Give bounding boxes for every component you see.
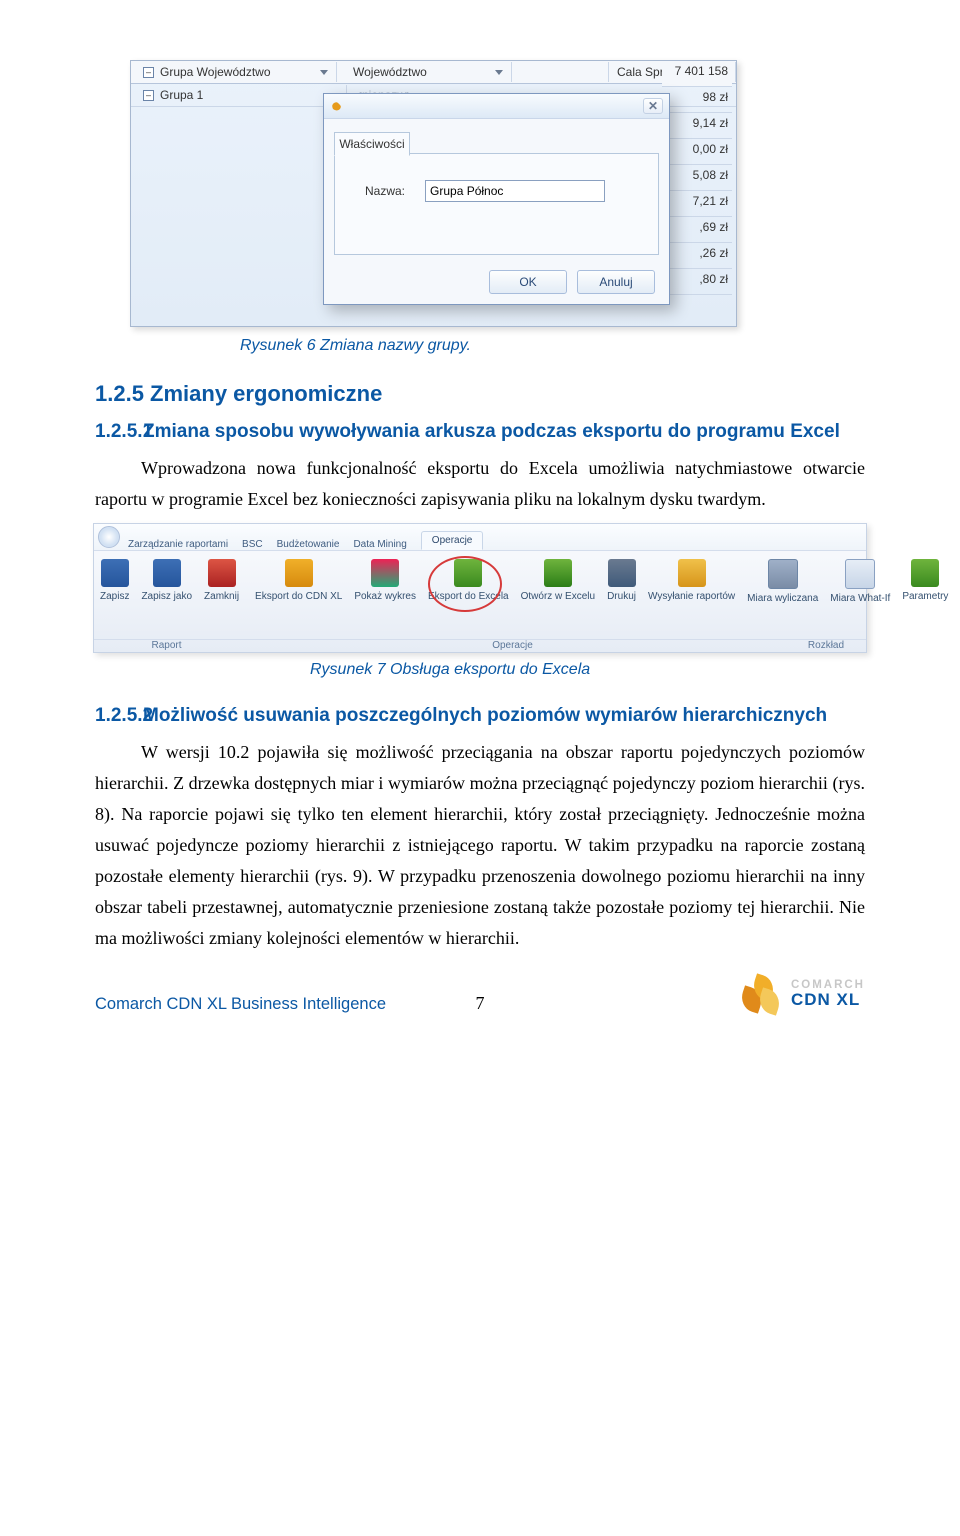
app-icon: [330, 99, 344, 113]
tab-properties[interactable]: Właściwości: [334, 132, 410, 156]
grid-header-group[interactable]: – Grupa Województwo: [135, 62, 337, 82]
chevron-down-icon[interactable]: [320, 70, 328, 75]
highlight-circle-icon: [428, 556, 502, 612]
grid-header-group-label: Grupa Województwo: [160, 65, 271, 79]
ribbon-btn-export-cdn[interactable]: Eksport do CDN XL: [249, 551, 348, 639]
name-input[interactable]: [425, 180, 605, 202]
figure-6-caption: Rysunek 6 Zmiana nazwy grupy.: [240, 337, 865, 355]
page-footer: Comarch CDN XL Business Intelligence 7 C…: [95, 972, 865, 1014]
collapse-icon[interactable]: –: [143, 90, 154, 101]
ribbon-tabs: Zarządzanie raportami BSC Budżetowanie D…: [94, 524, 866, 551]
ok-button[interactable]: OK: [489, 270, 567, 294]
grid-number-cell: 5,08 zł: [662, 165, 732, 191]
ribbon-btn-save[interactable]: Zapisz: [94, 551, 135, 639]
ribbon-btn-calc-measure[interactable]: Miara wyliczana: [741, 551, 824, 639]
grid-number-cell: 98 zł: [662, 87, 732, 113]
grid-number-cell: 0,00 zł: [662, 139, 732, 165]
grid-number-cell: ,80 zł: [662, 269, 732, 295]
ribbon-btn-open-excel[interactable]: Otwórz w Excelu: [515, 551, 601, 639]
name-label: Nazwa:: [365, 184, 405, 198]
ribbon-btn-params[interactable]: Parametry: [896, 551, 954, 639]
grid-number-cell: 7 401 158: [662, 61, 732, 87]
grid-number-cell: ,26 zł: [662, 243, 732, 269]
ribbon-group-label: Rozkład: [786, 640, 866, 658]
ribbon-btn-saveas[interactable]: Zapisz jako: [135, 551, 198, 639]
collapse-icon[interactable]: –: [143, 67, 154, 78]
ribbon-btn-send[interactable]: Wysyłanie raportów: [642, 551, 741, 639]
ribbon-btn-whatif[interactable]: Miara What-If: [824, 551, 896, 639]
screenshot-rename-group: – Grupa Województwo Województwo Cala Spr…: [130, 60, 737, 327]
ribbon-tab[interactable]: Zarządzanie raportami: [128, 539, 228, 550]
ribbon-btn-close[interactable]: Zamknij: [198, 551, 245, 639]
grid-number-cell: ,69 zł: [662, 217, 732, 243]
heading-1-2-5: 1.2.5 Zmiany ergonomiczne: [95, 381, 865, 407]
paragraph-2: W wersji 10.2 pojawiła się możliwość prz…: [95, 737, 865, 954]
grid-header-col2[interactable]: Województwo: [345, 62, 512, 82]
ribbon-tab[interactable]: Data Mining: [353, 539, 406, 550]
footer-product-name: Comarch CDN XL Business Intelligence: [95, 995, 386, 1014]
ribbon-tab[interactable]: Budżetowanie: [277, 539, 340, 550]
heading-1-2-5-2: 1.2.5.2Możliwość usuwania poszczególnych…: [95, 705, 865, 727]
grid-number-cell: 7,21 zł: [662, 191, 732, 217]
grid-number-cell: 9,14 zł: [662, 113, 732, 139]
chevron-down-icon[interactable]: [495, 70, 503, 75]
ribbon-group-label: Raport: [94, 640, 239, 658]
figure-7-caption: Rysunek 7 Obsługa eksportu do Excela: [310, 661, 865, 679]
close-icon[interactable]: ✕: [643, 98, 663, 114]
ribbon-btn-print[interactable]: Drukuj: [601, 551, 642, 639]
properties-dialog: ✕ Właściwości Nazwa: OK Anuluj: [323, 93, 670, 305]
heading-1-2-5-1: 1.2.5.1Zmiana sposobu wywoływania arkusz…: [95, 421, 865, 443]
ribbon-group-label: Operacje: [239, 640, 786, 658]
ribbon-btn-fields[interactable]: Lista pól: [954, 551, 960, 639]
comarch-logo-icon: [737, 972, 783, 1014]
ribbon-btn-chart[interactable]: Pokaż wykres: [348, 551, 422, 639]
grid-cell-group1[interactable]: – Grupa 1: [135, 85, 347, 105]
grid-header-row: – Grupa Województwo Województwo Cala Spr…: [131, 61, 736, 84]
screenshot-ribbon: Zarządzanie raportami BSC Budżetowanie D…: [93, 523, 867, 653]
footer-brand: COMARCH CDN XL: [737, 972, 865, 1014]
paragraph-1: Wprowadzona nowa funkcjonalność eksportu…: [95, 453, 865, 515]
dialog-titlebar[interactable]: ✕: [324, 94, 669, 119]
ribbon-tab-active[interactable]: Operacje: [421, 531, 484, 550]
page-number: 7: [476, 993, 485, 1014]
orb-icon[interactable]: [98, 526, 120, 548]
cancel-button[interactable]: Anuluj: [577, 270, 655, 294]
ribbon-tab[interactable]: BSC: [242, 539, 263, 550]
tab-body: Nazwa:: [334, 153, 659, 255]
